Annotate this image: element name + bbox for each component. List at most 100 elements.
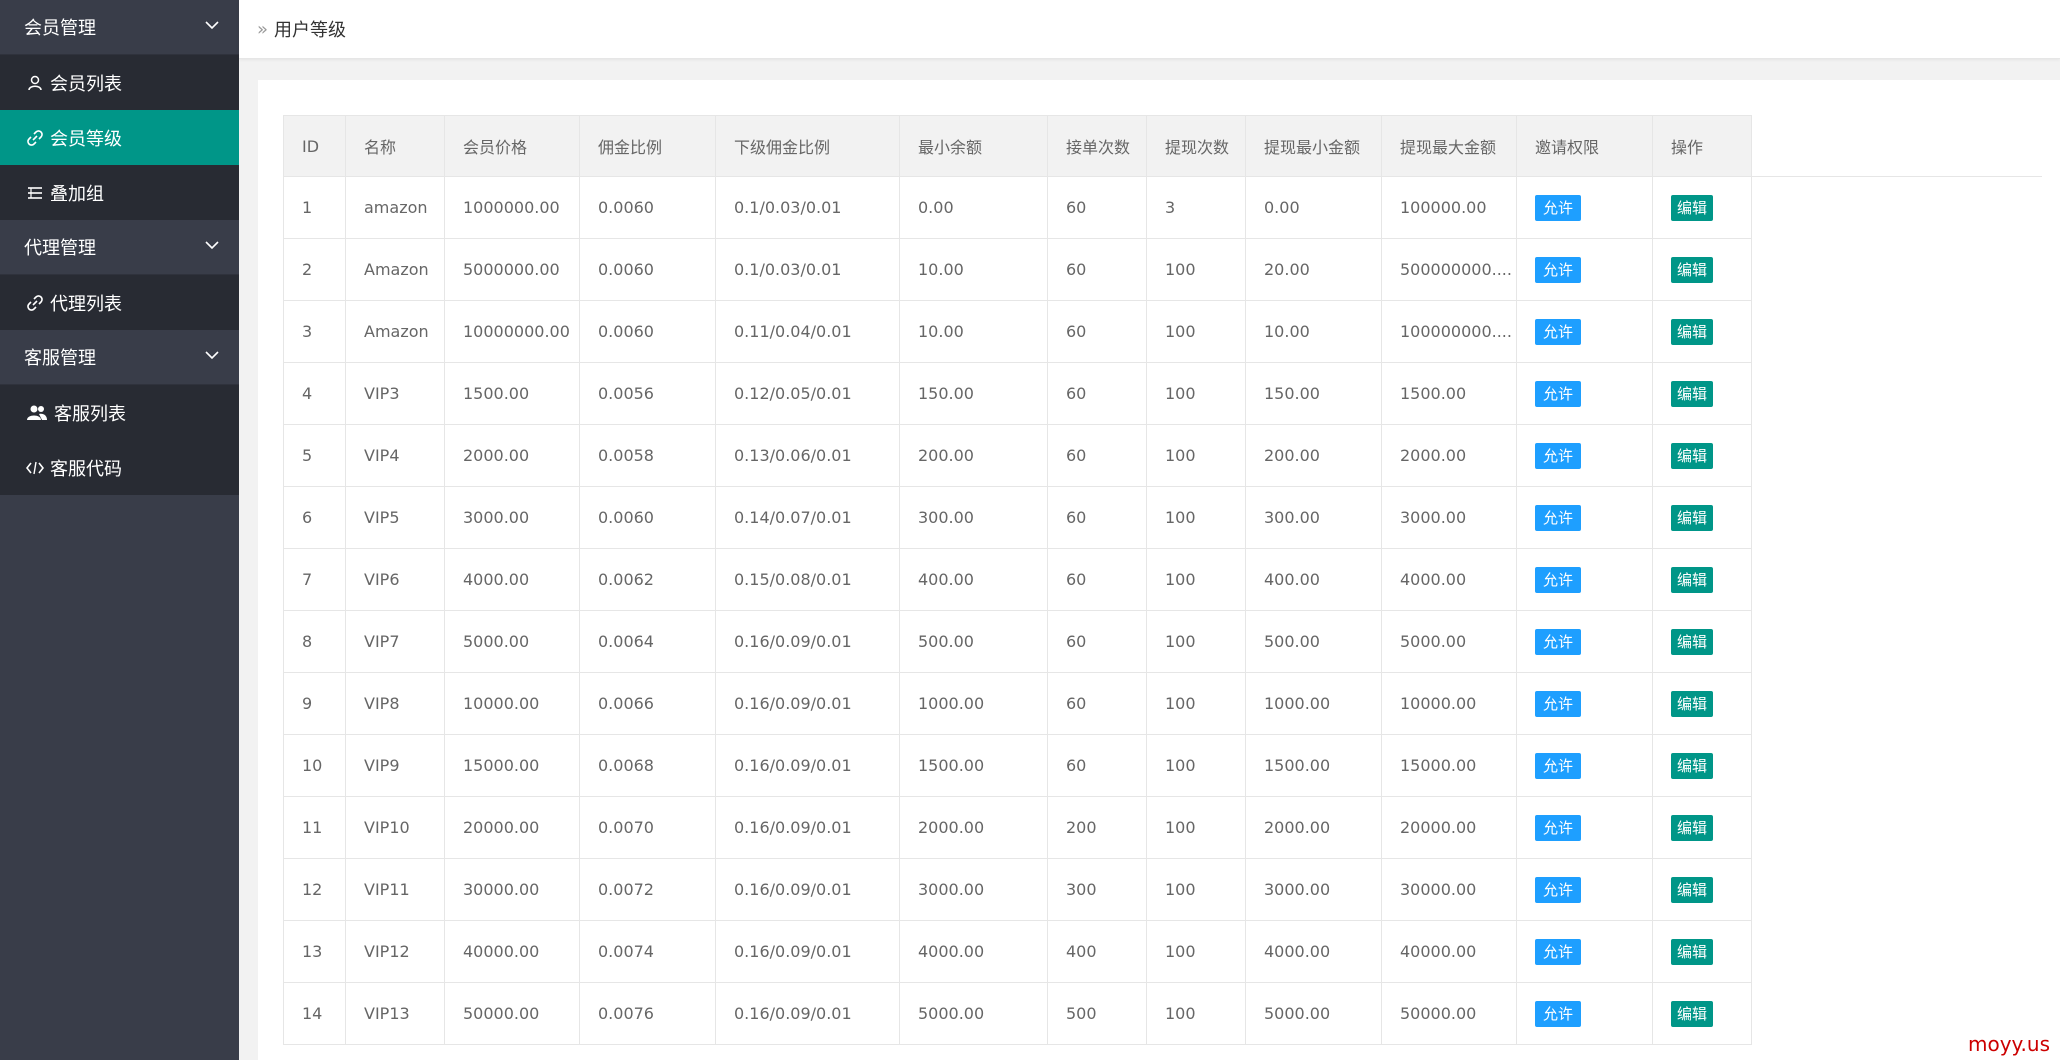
- cell-wd-max: 20000.00: [1381, 796, 1517, 859]
- menu-group-service[interactable]: 客服管理: [0, 330, 239, 385]
- table-row: 4 VIP3 1500.00 0.0056 0.12/0.05/0.01 150.00 60…: [283, 362, 2042, 425]
- invite-allowed-badge[interactable]: 允许: [1535, 256, 1582, 283]
- cell-spacer: [1751, 858, 2042, 921]
- invite-allowed-badge[interactable]: 允许: [1535, 752, 1582, 779]
- invite-allowed-badge[interactable]: 允许: [1535, 566, 1582, 593]
- sidebar-item-service-code[interactable]: 客服代码: [0, 440, 239, 495]
- edit-button[interactable]: 编辑: [1671, 256, 1714, 283]
- invite-allowed-badge[interactable]: 允许: [1535, 504, 1582, 531]
- cell-name: VIP8: [345, 672, 445, 735]
- cell-orders: 500: [1047, 982, 1147, 1045]
- cell-wd-min: 5000.00: [1245, 982, 1382, 1045]
- cell-id: 13: [283, 920, 346, 983]
- invite-allowed-badge[interactable]: 允许: [1535, 938, 1582, 965]
- invite-allowed-badge[interactable]: 允许: [1535, 318, 1582, 345]
- cell-wd-min: 150.00: [1245, 362, 1382, 425]
- edit-button[interactable]: 编辑: [1671, 318, 1714, 345]
- invite-allowed-badge[interactable]: 允许: [1535, 876, 1582, 903]
- cell-rate: 0.0066: [579, 672, 716, 735]
- cell-name: Amazon: [345, 300, 445, 363]
- edit-button[interactable]: 编辑: [1671, 938, 1714, 965]
- column-header: 提现最小金额: [1245, 115, 1382, 177]
- cell-invite: 允许: [1516, 734, 1653, 797]
- cell-id: 6: [283, 486, 346, 549]
- cell-wd-min: 400.00: [1245, 548, 1382, 611]
- edit-button[interactable]: 编辑: [1671, 814, 1714, 841]
- cell-wd-max: 1500.00: [1381, 362, 1517, 425]
- edit-button[interactable]: 编辑: [1671, 690, 1714, 717]
- link-icon: [27, 129, 43, 146]
- edit-button[interactable]: 编辑: [1671, 566, 1714, 593]
- cell-id: 10: [283, 734, 346, 797]
- sidebar-item-stack-group[interactable]: 叠加组: [0, 165, 239, 220]
- cell-action: 编辑: [1652, 176, 1752, 239]
- cell-invite: 允许: [1516, 486, 1653, 549]
- edit-button[interactable]: 编辑: [1671, 876, 1714, 903]
- invite-allowed-badge[interactable]: 允许: [1535, 628, 1582, 655]
- cell-sub-rate: 0.13/0.06/0.01: [715, 424, 900, 487]
- cell-price: 40000.00: [444, 920, 580, 983]
- table-row: 11 VIP10 20000.00 0.0070 0.16/0.09/0.01 2000.…: [283, 796, 2042, 859]
- cell-rate: 0.0058: [579, 424, 716, 487]
- cell-id: 4: [283, 362, 346, 425]
- invite-allowed-badge[interactable]: 允许: [1535, 814, 1582, 841]
- chevron-down-icon: [205, 21, 219, 30]
- cell-spacer: [1751, 362, 2042, 425]
- cell-price: 1500.00: [444, 362, 580, 425]
- cell-wd-min: 20.00: [1245, 238, 1382, 301]
- cell-action: 编辑: [1652, 238, 1752, 301]
- cell-price: 10000000.00: [444, 300, 580, 363]
- cell-invite: 允许: [1516, 672, 1653, 735]
- invite-allowed-badge[interactable]: 允许: [1535, 690, 1582, 717]
- edit-button[interactable]: 编辑: [1671, 442, 1714, 469]
- link-icon: [27, 294, 43, 311]
- edit-button[interactable]: 编辑: [1671, 628, 1714, 655]
- cell-withdraws: 100: [1146, 672, 1246, 735]
- column-header: 下级佣金比例: [715, 115, 900, 177]
- cell-min-balance: 0.00: [899, 176, 1048, 239]
- cell-price: 5000000.00: [444, 238, 580, 301]
- sidebar: 会员管理 会员列表 会员等级 叠加组 代理管理 代理列表 客服管理 客服列表 客…: [0, 0, 239, 1060]
- sidebar-item-service-list[interactable]: 客服列表: [0, 385, 239, 440]
- menu-group-member[interactable]: 会员管理: [0, 0, 239, 55]
- cell-id: 14: [283, 982, 346, 1045]
- invite-allowed-badge[interactable]: 允许: [1535, 194, 1582, 221]
- column-header: 会员价格: [444, 115, 580, 177]
- table-row: 7 VIP6 4000.00 0.0062 0.15/0.08/0.01 400.00 60…: [283, 548, 2042, 611]
- sidebar-item-member-list[interactable]: 会员列表: [0, 55, 239, 110]
- cell-wd-max: 40000.00: [1381, 920, 1517, 983]
- cell-action: 编辑: [1652, 796, 1752, 859]
- cell-wd-max: 500000000....: [1381, 238, 1517, 301]
- table-row: 6 VIP5 3000.00 0.0060 0.14/0.07/0.01 300.00 60…: [283, 486, 2042, 549]
- cell-orders: 60: [1047, 486, 1147, 549]
- invite-allowed-badge[interactable]: 允许: [1535, 442, 1582, 469]
- cell-price: 2000.00: [444, 424, 580, 487]
- edit-button[interactable]: 编辑: [1671, 752, 1714, 779]
- edit-button[interactable]: 编辑: [1671, 380, 1714, 407]
- page-title: 用户等级: [274, 20, 347, 41]
- column-header: 名称: [345, 115, 445, 177]
- cell-min-balance: 5000.00: [899, 982, 1048, 1045]
- invite-allowed-badge[interactable]: 允许: [1535, 1000, 1582, 1027]
- edit-button[interactable]: 编辑: [1671, 504, 1714, 531]
- cell-min-balance: 4000.00: [899, 920, 1048, 983]
- cell-price: 3000.00: [444, 486, 580, 549]
- table-row: 2 Amazon 5000000.00 0.0060 0.1/0.03/0.01 10.0…: [283, 238, 2042, 301]
- cell-name: VIP7: [345, 610, 445, 673]
- edit-button[interactable]: 编辑: [1671, 1000, 1714, 1027]
- table-row: 14 VIP13 50000.00 0.0076 0.16/0.09/0.01 5000.…: [283, 982, 2042, 1045]
- cell-id: 1: [283, 176, 346, 239]
- sidebar-item-member-level[interactable]: 会员等级: [0, 110, 239, 165]
- cell-action: 编辑: [1652, 858, 1752, 921]
- cell-wd-min: 200.00: [1245, 424, 1382, 487]
- edit-button[interactable]: 编辑: [1671, 194, 1714, 221]
- cell-wd-max: 4000.00: [1381, 548, 1517, 611]
- cell-spacer: [1751, 548, 2042, 611]
- sidebar-item-label: 会员等级: [50, 128, 122, 150]
- invite-allowed-badge[interactable]: 允许: [1535, 380, 1582, 407]
- list-icon: [28, 186, 42, 199]
- cell-orders: 200: [1047, 796, 1147, 859]
- cell-rate: 0.0072: [579, 858, 716, 921]
- menu-group-agent[interactable]: 代理管理: [0, 220, 239, 275]
- sidebar-item-agent-list[interactable]: 代理列表: [0, 275, 239, 330]
